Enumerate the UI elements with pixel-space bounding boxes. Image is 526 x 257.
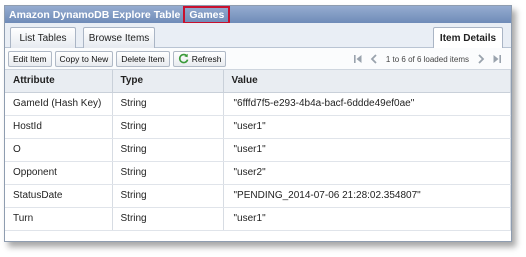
table-row[interactable]: Turn String "user1" bbox=[5, 207, 511, 231]
refresh-icon bbox=[178, 53, 189, 64]
pager-text: 1 to 6 of 6 loaded items bbox=[385, 54, 469, 64]
tab-browse-items[interactable]: Browse Items bbox=[83, 27, 155, 48]
type-cell: String bbox=[112, 115, 224, 139]
type-cell: String bbox=[112, 92, 224, 116]
item-details-grid: Attribute Type Value GameId (Hash Key) S… bbox=[5, 70, 511, 231]
type-cell: String bbox=[112, 138, 224, 162]
type-cell: String bbox=[112, 161, 224, 185]
value-cell: "user1" bbox=[223, 138, 511, 162]
attribute-cell: Turn bbox=[5, 207, 113, 231]
value-cell: "user1" bbox=[223, 115, 511, 139]
column-header-type[interactable]: Type bbox=[112, 70, 224, 93]
next-page-icon[interactable] bbox=[475, 52, 487, 66]
table-row[interactable]: GameId (Hash Key) String "6fffd7f5-e293-… bbox=[5, 92, 511, 116]
tab-bar: List Tables Browse Items Item Details bbox=[5, 23, 511, 49]
value-cell: "PENDING_2014-07-06 21:28:02.354807" bbox=[223, 184, 511, 208]
table-row[interactable]: O String "user1" bbox=[5, 138, 511, 162]
tab-item-details[interactable]: Item Details bbox=[433, 27, 503, 49]
refresh-label: Refresh bbox=[191, 53, 222, 64]
type-cell: String bbox=[112, 207, 224, 231]
attribute-cell: HostId bbox=[5, 115, 113, 139]
first-page-icon[interactable] bbox=[352, 52, 364, 66]
column-header-attribute[interactable]: Attribute bbox=[5, 70, 113, 93]
grid-header-row: Attribute Type Value bbox=[5, 70, 511, 93]
value-cell: "user1" bbox=[223, 207, 511, 231]
attribute-cell: GameId (Hash Key) bbox=[5, 92, 113, 116]
item-toolbar: Edit Item Copy to New Delete Item Refres… bbox=[5, 48, 511, 70]
pager: 1 to 6 of 6 loaded items bbox=[350, 51, 505, 67]
prev-page-icon[interactable] bbox=[368, 52, 380, 66]
last-page-icon[interactable] bbox=[491, 52, 503, 66]
explore-table-window: Amazon DynamoDB Explore Table Games List… bbox=[4, 5, 512, 242]
window-title: Amazon DynamoDB Explore Table bbox=[9, 8, 181, 21]
value-cell: "user2" bbox=[223, 161, 511, 185]
value-cell: "6fffd7f5-e293-4b4a-bacf-6ddde49ef0ae" bbox=[223, 92, 511, 116]
table-row[interactable]: HostId String "user1" bbox=[5, 115, 511, 139]
type-cell: String bbox=[112, 184, 224, 208]
window-titlebar: Amazon DynamoDB Explore Table Games bbox=[5, 6, 511, 24]
refresh-button[interactable]: Refresh bbox=[172, 50, 227, 67]
copy-to-new-button[interactable]: Copy to New bbox=[54, 50, 114, 67]
attribute-cell: O bbox=[5, 138, 113, 162]
edit-item-button[interactable]: Edit Item bbox=[8, 50, 52, 67]
table-name-highlight: Games bbox=[183, 6, 231, 24]
delete-item-button[interactable]: Delete Item bbox=[116, 50, 170, 67]
table-row[interactable]: Opponent String "user2" bbox=[5, 161, 511, 185]
tab-list-tables[interactable]: List Tables bbox=[10, 27, 76, 48]
table-row[interactable]: StatusDate String "PENDING_2014-07-06 21… bbox=[5, 184, 511, 208]
attribute-cell: StatusDate bbox=[5, 184, 113, 208]
column-header-value[interactable]: Value bbox=[223, 70, 511, 93]
attribute-cell: Opponent bbox=[5, 161, 113, 185]
